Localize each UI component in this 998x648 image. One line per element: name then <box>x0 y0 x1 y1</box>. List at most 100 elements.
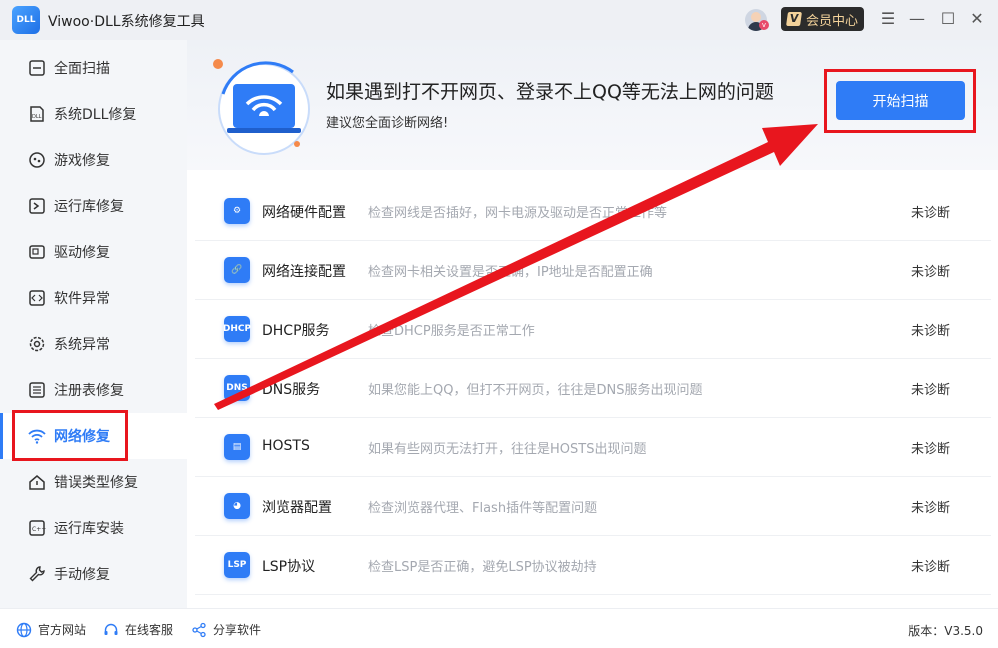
lsp-icon: LSP <box>224 552 250 578</box>
sidebar-item-full-scan[interactable]: 全面扫描 <box>0 45 187 91</box>
hero-title: 如果遇到打不开网页、登录不上QQ等无法上网的问题 <box>326 81 774 103</box>
sidebar-item-runtime-repair[interactable]: 运行库修复 <box>0 183 187 229</box>
runtime-icon <box>27 196 47 216</box>
check-row-dhcp: DHCP DHCP服务 检查DHCP服务是否正常工作 未诊断 <box>195 300 991 359</box>
vip-v-icon: V <box>786 12 802 26</box>
share-software-link[interactable]: 分享软件 <box>191 621 261 638</box>
sidebar-item-label: 全面扫描 <box>54 61 110 77</box>
version-label: 版本：V3.5.0 <box>908 624 983 638</box>
code-icon <box>27 288 47 308</box>
check-row-connection: 🔗 网络连接配置 检查网卡相关设置是否正确，IP地址是否配置正确 未诊断 <box>195 241 991 300</box>
check-name: 网络连接配置 <box>262 264 346 280</box>
check-status: 未诊断 <box>911 324 951 339</box>
online-support-link[interactable]: 在线客服 <box>103 621 173 638</box>
sidebar-item-manual-repair[interactable]: 手动修复 <box>0 551 187 597</box>
minimize-icon[interactable]: — <box>906 8 928 30</box>
share-software-label: 分享软件 <box>213 623 262 637</box>
app-logo: DLL <box>12 6 40 34</box>
sidebar-item-label: 系统异常 <box>54 337 110 353</box>
sidebar-item-dll-repair[interactable]: DLL 系统DLL修复 <box>0 91 187 137</box>
highlight-box-network-repair <box>12 410 128 461</box>
headset-icon <box>103 622 119 638</box>
network-illustration <box>213 59 310 155</box>
svg-text:DLL: DLL <box>32 114 42 120</box>
sidebar-item-label: 系统DLL修复 <box>54 107 137 123</box>
check-name: HOSTS <box>262 438 310 454</box>
link-icon: 🔗 <box>224 257 250 283</box>
check-name: 浏览器配置 <box>262 500 332 516</box>
sidebar-item-driver-repair[interactable]: 驱动修复 <box>0 229 187 275</box>
online-support-label: 在线客服 <box>125 623 174 637</box>
check-row-dns: DNS DNS服务 如果您能上QQ，但打不开网页，往往是DNS服务出现问题 未诊… <box>195 359 991 418</box>
sidebar-item-software-error[interactable]: 软件异常 <box>0 275 187 321</box>
check-status: 未诊断 <box>911 560 951 575</box>
dns-icon: DNS <box>224 375 250 401</box>
driver-icon <box>27 242 47 262</box>
official-website-label: 官方网站 <box>38 623 87 637</box>
hero-subtitle: 建议您全面诊断网络! <box>326 116 449 131</box>
check-status: 未诊断 <box>911 206 951 221</box>
check-description: 检查浏览器代理、Flash插件等配置问题 <box>368 501 598 516</box>
menu-icon[interactable]: ☰ <box>877 8 899 30</box>
vip-badge-icon: v <box>759 20 769 30</box>
share-icon <box>191 622 207 638</box>
sidebar: 全面扫描 DLL 系统DLL修复 游戏修复 运行库修复 驱动修复 软件异常 系统… <box>0 40 187 608</box>
scan-icon <box>27 58 47 78</box>
sidebar-item-label: 注册表修复 <box>54 383 124 399</box>
check-row-hardware: ⚙ 网络硬件配置 检查网线是否插好，网卡电源及驱动是否正常工作等 未诊断 <box>195 182 991 241</box>
gamepad-icon <box>27 150 47 170</box>
title-bar: DLL Viwoo·DLL系统修复工具 v V 会员中心 ☰ — ☐ ✕ <box>0 0 998 40</box>
hosts-icon: ▤ <box>224 434 250 460</box>
check-description: 检查网线是否插好，网卡电源及驱动是否正常工作等 <box>368 206 668 221</box>
home-warning-icon <box>27 472 47 492</box>
main-panel: 如果遇到打不开网页、登录不上QQ等无法上网的问题 建议您全面诊断网络! 开始扫描… <box>187 40 998 608</box>
sidebar-item-label: 游戏修复 <box>54 153 110 169</box>
list-icon <box>27 380 47 400</box>
gear-icon <box>27 334 47 354</box>
check-description: 如果您能上QQ，但打不开网页，往往是DNS服务出现问题 <box>368 383 703 398</box>
dhcp-icon: DHCP <box>223 316 251 342</box>
sidebar-item-system-error[interactable]: 系统异常 <box>0 321 187 367</box>
check-status: 未诊断 <box>911 383 951 398</box>
sidebar-item-label: 驱动修复 <box>54 245 110 261</box>
check-name: 网络硬件配置 <box>262 205 346 221</box>
maximize-icon[interactable]: ☐ <box>937 8 959 30</box>
check-description: 检查LSP是否正确，避免LSP协议被劫持 <box>368 560 597 575</box>
sidebar-item-label: 手动修复 <box>54 567 110 583</box>
check-name: DNS服务 <box>262 382 321 398</box>
check-status: 未诊断 <box>911 501 951 516</box>
check-description: 如果有些网页无法打开，往往是HOSTS出现问题 <box>368 442 647 457</box>
status-bar: 官方网站 在线客服 分享软件 版本：V3.5.0 <box>0 608 998 648</box>
gear-icon: ⚙ <box>224 198 250 224</box>
official-website-link[interactable]: 官方网站 <box>16 621 86 638</box>
sidebar-item-label: 运行库安装 <box>54 521 124 537</box>
sidebar-item-game-repair[interactable]: 游戏修复 <box>0 137 187 183</box>
check-name: DHCP服务 <box>262 323 330 339</box>
member-center-button[interactable]: V 会员中心 <box>781 7 864 31</box>
sidebar-item-label: 运行库修复 <box>54 199 124 215</box>
sidebar-item-error-type-repair[interactable]: 错误类型修复 <box>0 459 187 505</box>
browser-icon: ◕ <box>224 493 250 519</box>
sidebar-item-registry-repair[interactable]: 注册表修复 <box>0 367 187 413</box>
sidebar-item-label: 软件异常 <box>54 291 110 307</box>
sidebar-item-label: 错误类型修复 <box>54 475 138 491</box>
close-icon[interactable]: ✕ <box>966 8 988 30</box>
highlight-box-scan-button <box>824 69 976 133</box>
check-description: 检查网卡相关设置是否正确，IP地址是否配置正确 <box>368 265 653 280</box>
wrench-icon <box>27 564 47 584</box>
check-status: 未诊断 <box>911 442 951 457</box>
globe-icon <box>16 622 32 638</box>
dll-file-icon: DLL <box>27 104 47 124</box>
svg-text:C++: C++ <box>32 526 46 533</box>
check-row-lsp: LSP LSP协议 检查LSP是否正确，避免LSP协议被劫持 未诊断 <box>195 536 991 595</box>
check-row-browser: ◕ 浏览器配置 检查浏览器代理、Flash插件等配置问题 未诊断 <box>195 477 991 536</box>
check-name: LSP协议 <box>262 559 316 575</box>
hero-banner: 如果遇到打不开网页、登录不上QQ等无法上网的问题 建议您全面诊断网络! 开始扫描 <box>187 40 998 170</box>
member-center-label: 会员中心 <box>806 13 859 29</box>
install-icon: C++ <box>27 518 47 538</box>
app-title: Viwoo·DLL系统修复工具 <box>48 14 205 30</box>
check-description: 检查DHCP服务是否正常工作 <box>368 324 535 339</box>
check-status: 未诊断 <box>911 265 951 280</box>
check-row-hosts: ▤ HOSTS 如果有些网页无法打开，往往是HOSTS出现问题 未诊断 <box>195 418 991 477</box>
sidebar-item-runtime-install[interactable]: C++ 运行库安装 <box>0 505 187 551</box>
